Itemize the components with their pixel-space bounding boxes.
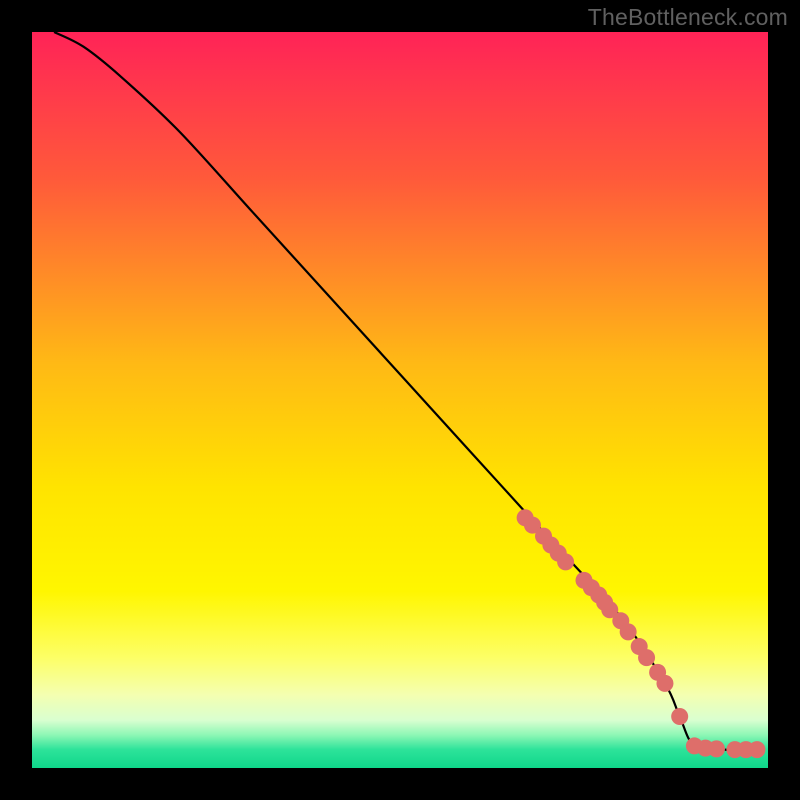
marker-point xyxy=(748,741,765,758)
marker-point xyxy=(671,708,688,725)
marker-point xyxy=(656,675,673,692)
bottleneck-chart xyxy=(0,0,800,800)
marker-point xyxy=(638,649,655,666)
marker-point xyxy=(557,553,574,570)
marker-point xyxy=(708,740,725,757)
chart-frame: TheBottleneck.com xyxy=(0,0,800,800)
watermark-text: TheBottleneck.com xyxy=(588,4,788,31)
marker-point xyxy=(620,623,637,640)
plot-area xyxy=(32,32,768,768)
